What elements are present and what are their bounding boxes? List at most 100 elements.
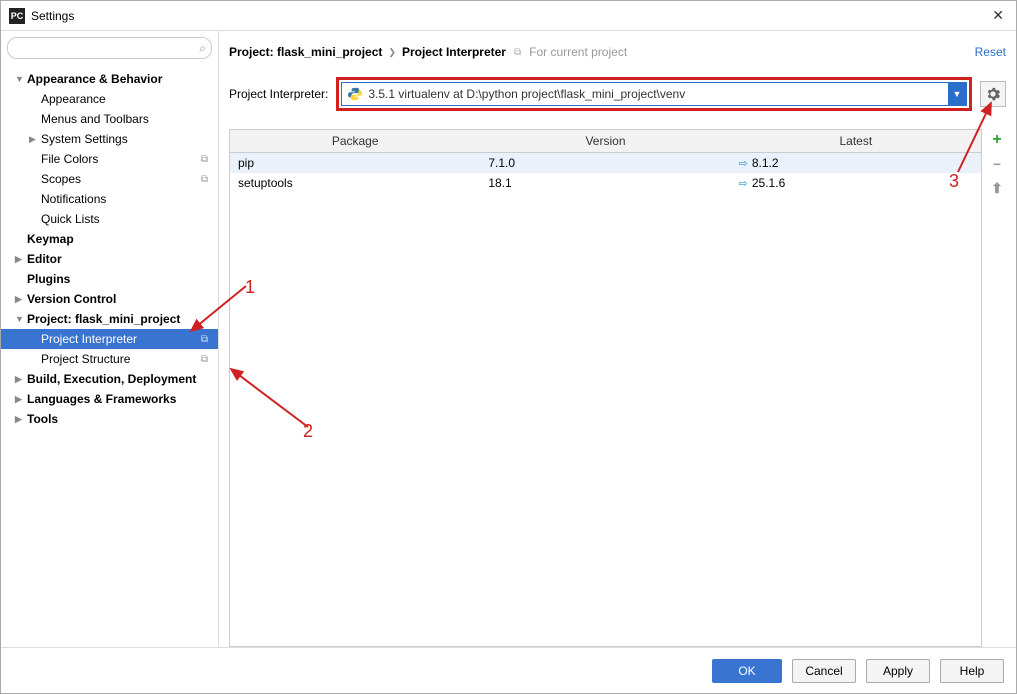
copy-icon: ⧉ xyxy=(201,334,208,345)
cancel-button[interactable]: Cancel xyxy=(792,659,856,683)
header-package[interactable]: Package xyxy=(230,130,480,152)
packages-table: Package Version Latest pip7.1.0 ⇨ 8.1.2 set… xyxy=(229,129,982,647)
tree-item-label: Project: flask_mini_project xyxy=(27,312,180,326)
search-wrap: ⌕ xyxy=(7,37,212,59)
tree-item-label: Tools xyxy=(27,412,58,426)
tree-item-version-control[interactable]: ▶Version Control xyxy=(1,289,218,309)
search-input[interactable] xyxy=(7,37,212,59)
ok-button[interactable]: OK xyxy=(712,659,782,683)
dropdown-icon[interactable]: ▼ xyxy=(948,83,966,105)
cell-package: pip xyxy=(230,154,480,172)
main-panel: Project: flask_mini_project ❯ Project In… xyxy=(219,31,1016,647)
tree-item-label: Keymap xyxy=(27,232,74,246)
tree-item-file-colors[interactable]: File Colors ⧉ xyxy=(1,149,218,169)
tree-item-editor[interactable]: ▶Editor xyxy=(1,249,218,269)
tree-item-system-settings[interactable]: ▶System Settings xyxy=(1,129,218,149)
tree-item-appearance[interactable]: Appearance xyxy=(1,89,218,109)
window-title: Settings xyxy=(31,9,988,23)
gear-icon xyxy=(986,87,1000,101)
tree-item-label: Version Control xyxy=(27,292,116,306)
tree-item-label: Appearance & Behavior xyxy=(27,72,162,86)
tree-item-build-execution-deployment[interactable]: ▶Build, Execution, Deployment xyxy=(1,369,218,389)
remove-package-button[interactable]: − xyxy=(988,155,1006,173)
interpreter-value: 3.5.1 virtualenv at D:\python project\fl… xyxy=(368,87,948,101)
tree-item-label: Build, Execution, Deployment xyxy=(27,372,196,386)
tree-item-languages-frameworks[interactable]: ▶Languages & Frameworks xyxy=(1,389,218,409)
header-latest[interactable]: Latest xyxy=(731,130,981,152)
tree-item-keymap[interactable]: Keymap xyxy=(1,229,218,249)
tree-item-label: File Colors xyxy=(41,152,98,166)
reset-link[interactable]: Reset xyxy=(975,45,1006,59)
tree-item-project-interpreter[interactable]: Project Interpreter ⧉ xyxy=(1,329,218,349)
apply-button[interactable]: Apply xyxy=(866,659,930,683)
python-icon xyxy=(348,87,362,101)
table-header: Package Version Latest xyxy=(230,130,981,153)
upgrade-package-button[interactable]: ⬆ xyxy=(988,179,1006,197)
cell-latest: ⇨ 25.1.6 xyxy=(731,174,981,192)
chevron-right-icon: ▶ xyxy=(15,294,25,305)
tree-item-label: Scopes xyxy=(41,172,81,186)
copy-icon: ⧉ xyxy=(201,174,208,185)
latest-value: 25.1.6 xyxy=(752,176,785,190)
close-icon[interactable]: ✕ xyxy=(988,7,1008,24)
upgrade-arrow-icon: ⇨ xyxy=(739,177,748,190)
chevron-right-icon: ▶ xyxy=(29,134,39,145)
tree-item-label: Menus and Toolbars xyxy=(41,112,149,126)
tree-item-label: Notifications xyxy=(41,192,106,206)
chevron-down-icon: ▼ xyxy=(15,314,25,324)
settings-tree: ▼Appearance & BehaviorAppearanceMenus an… xyxy=(1,65,218,647)
copy-icon: ⧉ xyxy=(514,47,521,58)
cell-latest: ⇨ 8.1.2 xyxy=(731,154,981,172)
tree-item-label: Languages & Frameworks xyxy=(27,392,176,406)
tree-item-plugins[interactable]: Plugins xyxy=(1,269,218,289)
chevron-right-icon: ▶ xyxy=(15,374,25,385)
tree-item-label: Appearance xyxy=(41,92,106,106)
tree-item-project-flask-mini-project[interactable]: ▼Project: flask_mini_project xyxy=(1,309,218,329)
package-toolbar: + − ⬆ xyxy=(988,129,1006,647)
tree-item-label: Plugins xyxy=(27,272,70,286)
interpreter-label: Project Interpreter: xyxy=(229,87,328,101)
packages-area: Package Version Latest pip7.1.0 ⇨ 8.1.2 set… xyxy=(229,129,1006,647)
table-row[interactable]: pip7.1.0 ⇨ 8.1.2 xyxy=(230,153,981,173)
gear-button[interactable] xyxy=(980,81,1006,107)
latest-value: 8.1.2 xyxy=(752,156,779,170)
tree-item-label: Quick Lists xyxy=(41,212,100,226)
tree-item-scopes[interactable]: Scopes ⧉ xyxy=(1,169,218,189)
help-button[interactable]: Help xyxy=(940,659,1004,683)
tree-item-menus-and-toolbars[interactable]: Menus and Toolbars xyxy=(1,109,218,129)
titlebar: PC Settings ✕ xyxy=(1,1,1016,31)
breadcrumb: Project: flask_mini_project ❯ Project In… xyxy=(229,41,1006,71)
header-version[interactable]: Version xyxy=(480,130,730,152)
breadcrumb-page: Project Interpreter xyxy=(402,45,506,59)
sidebar: ⌕ ▼Appearance & BehaviorAppearanceMenus … xyxy=(1,31,219,647)
chevron-right-icon: ▶ xyxy=(15,414,25,425)
tree-item-appearance-behavior[interactable]: ▼Appearance & Behavior xyxy=(1,69,218,89)
chevron-down-icon: ▼ xyxy=(15,74,25,84)
upgrade-arrow-icon: ⇨ xyxy=(739,157,748,170)
tree-item-label: Project Structure xyxy=(41,352,130,366)
tree-item-notifications[interactable]: Notifications xyxy=(1,189,218,209)
chevron-right-icon: ▶ xyxy=(15,394,25,405)
breadcrumb-project: Project: flask_mini_project xyxy=(229,45,382,59)
tree-item-label: Editor xyxy=(27,252,62,266)
app-icon: PC xyxy=(9,8,25,24)
table-row[interactable]: setuptools18.1 ⇨ 25.1.6 xyxy=(230,173,981,193)
cell-version: 18.1 xyxy=(480,174,730,192)
copy-icon: ⧉ xyxy=(201,354,208,365)
interpreter-select[interactable]: 3.5.1 virtualenv at D:\python project\fl… xyxy=(341,82,967,106)
interpreter-row: Project Interpreter: 3.5.1 virtualenv at… xyxy=(229,77,1006,111)
tree-item-label: Project Interpreter xyxy=(41,332,137,346)
tree-item-tools[interactable]: ▶Tools xyxy=(1,409,218,429)
chevron-right-icon: ❯ xyxy=(388,47,396,58)
copy-icon: ⧉ xyxy=(201,154,208,165)
tree-item-project-structure[interactable]: Project Structure ⧉ xyxy=(1,349,218,369)
tree-item-label: System Settings xyxy=(41,132,128,146)
chevron-right-icon: ▶ xyxy=(15,254,25,265)
annotation-box: 3.5.1 virtualenv at D:\python project\fl… xyxy=(336,77,972,111)
cell-package: setuptools xyxy=(230,174,480,192)
add-package-button[interactable]: + xyxy=(988,131,1006,149)
dialog-footer: OK Cancel Apply Help xyxy=(1,647,1016,693)
table-body: pip7.1.0 ⇨ 8.1.2 setuptools18.1 ⇨ 25.1.6 xyxy=(230,153,981,193)
tree-item-quick-lists[interactable]: Quick Lists xyxy=(1,209,218,229)
cell-version: 7.1.0 xyxy=(480,154,730,172)
